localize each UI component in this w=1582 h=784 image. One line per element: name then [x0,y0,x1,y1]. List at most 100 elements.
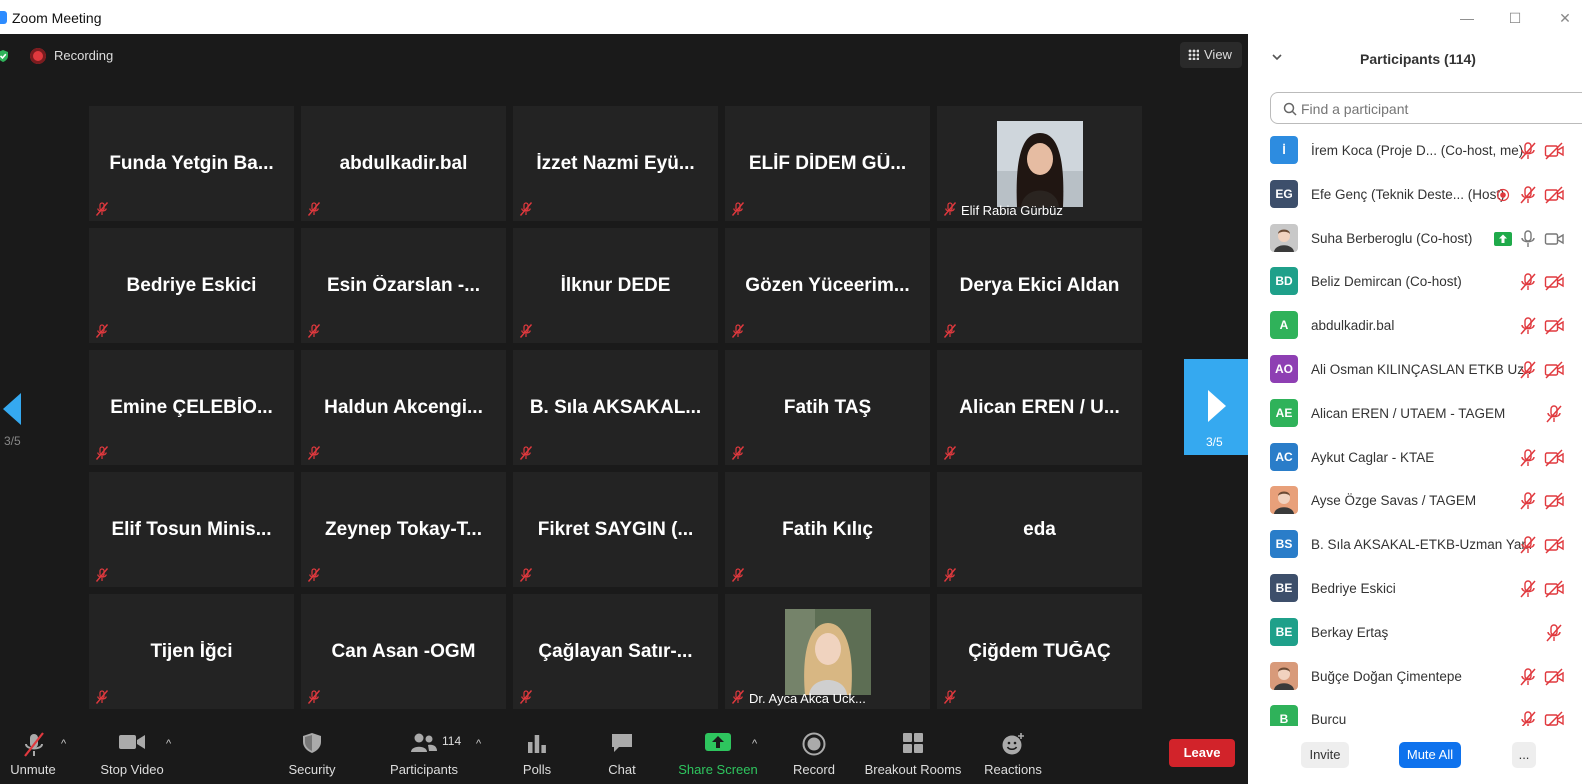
video-off-icon[interactable] [1544,667,1564,687]
participant-row[interactable]: BE Berkay Ertaş [1248,612,1582,656]
next-page-button[interactable]: 3/5 [1184,359,1248,455]
stop-video-button[interactable]: Stop Video [96,722,168,784]
video-off-icon[interactable] [1544,535,1564,555]
video-tile[interactable]: Derya Ekici Aldan [937,228,1142,343]
video-tile[interactable]: Çağlayan Satır-... [513,594,718,709]
share-screen-button[interactable]: Share Screen [678,722,758,784]
muted-microphone-icon[interactable] [1518,579,1538,599]
video-off-icon[interactable] [1544,141,1564,161]
recording-icon[interactable] [30,48,46,64]
muted-microphone-icon [943,446,957,460]
participant-photo [785,609,871,695]
video-tile[interactable]: Fatih TAŞ [725,350,930,465]
unmute-button[interactable]: Unmute [2,722,64,784]
participant-row[interactable]: Suha Berberoglu (Co-host) [1248,218,1582,262]
video-off-icon[interactable] [1544,185,1564,205]
maximize-button[interactable]: ☐ [1500,8,1530,28]
muted-microphone-icon[interactable] [1518,316,1538,336]
participant-row[interactable]: BE Bedriye Eskici [1248,568,1582,612]
video-tile[interactable]: Alican EREN / U... [937,350,1142,465]
participant-row[interactable]: Aabdulkadir.bal [1248,305,1582,349]
participant-row[interactable]: BD Beliz Demircan (Co-host) [1248,261,1582,305]
video-tile[interactable]: abdulkadir.bal [301,106,506,221]
participant-row[interactable]: AO Ali Osman KILINÇASLAN ETKB Uz... [1248,349,1582,393]
muted-microphone-icon[interactable] [1518,141,1538,161]
participant-search-box[interactable] [1270,92,1582,124]
video-tile[interactable]: Can Asan -OGM [301,594,506,709]
video-off-icon[interactable] [1544,448,1564,468]
video-tile[interactable]: Elif Tosun Minis... [89,472,294,587]
video-tile[interactable]: Dr. Ayca Akca Uck... [725,594,930,709]
video-tile[interactable]: Esin Özarslan -... [301,228,506,343]
video-tile[interactable]: Elif Rabia Gürbüz [937,106,1142,221]
video-tile[interactable]: Funda Yetgin Ba... [89,106,294,221]
muted-microphone-icon[interactable] [1518,667,1538,687]
video-options-caret[interactable]: ^ [166,738,171,750]
video-tile[interactable]: Bedriye Eskici [89,228,294,343]
chat-button[interactable]: Chat [597,722,647,784]
muted-microphone-icon[interactable] [1518,491,1538,511]
participant-row[interactable]: AC Aykut Caglar - KTAE [1248,437,1582,481]
breakout-rooms-button[interactable]: Breakout Rooms [862,722,964,784]
video-off-icon[interactable] [1544,491,1564,511]
video-tile[interactable]: Fatih Kılıç [725,472,930,587]
video-tile[interactable]: Fikret SAYGIN (... [513,472,718,587]
more-options-button[interactable]: ... [1512,742,1536,768]
participant-row[interactable]: Ayse Özge Savas / TAGEM [1248,480,1582,524]
polls-button[interactable]: Polls [512,722,562,784]
close-window-button[interactable]: ✕ [1550,8,1580,28]
minimize-button[interactable]: — [1452,8,1482,28]
muted-microphone-icon[interactable] [1544,404,1564,424]
tile-participant-name: B. Sıla AKSAKAL... [529,397,702,418]
muted-microphone-icon[interactable] [1544,623,1564,643]
participant-row[interactable]: B Burcu [1248,699,1582,726]
video-tile[interactable]: Emine ÇELEBİO... [89,350,294,465]
mute-all-button[interactable]: Mute All [1399,742,1461,768]
reactions-button[interactable]: Reactions [982,722,1044,784]
video-tile[interactable]: İzzet Nazmi Eyü... [513,106,718,221]
invite-button[interactable]: Invite [1301,742,1349,768]
record-button[interactable]: Record [786,722,842,784]
video-tile[interactable]: B. Sıla AKSAKAL... [513,350,718,465]
participant-row[interactable]: EG Efe Genç (Teknik Deste... (Host) [1248,174,1582,218]
participant-row[interactable]: AE Alican EREN / UTAEM - TAGEM [1248,393,1582,437]
share-options-caret[interactable]: ^ [752,738,757,750]
muted-microphone-icon [307,324,321,338]
video-camera-icon[interactable] [1544,229,1564,249]
muted-microphone-icon[interactable] [1518,185,1538,205]
muted-microphone-icon[interactable] [1518,360,1538,380]
video-off-icon[interactable] [1544,579,1564,599]
video-tile[interactable]: Çiğdem TUĞAÇ [937,594,1142,709]
participant-search-input[interactable] [1301,99,1581,119]
participants-button[interactable]: 114 Participants [388,722,461,784]
participant-row[interactable]: BS B. Sıla AKSAKAL-ETKB-Uzman Yar... [1248,524,1582,568]
leave-button[interactable]: Leave [1169,739,1235,767]
muted-microphone-icon[interactable] [1518,272,1538,292]
participant-row[interactable]: İ İrem Koca (Proje D... (Co-host, me) [1248,130,1582,174]
participants-options-caret[interactable]: ^ [476,738,481,750]
previous-page-button[interactable]: 3/5 [0,389,30,459]
security-button[interactable]: Security [282,722,342,784]
video-tile[interactable]: Haldun Akcengi... [301,350,506,465]
participant-row[interactable]: Buğçe Doğan Çimentepe [1248,656,1582,700]
video-off-icon[interactable] [1544,316,1564,336]
microphone-icon[interactable] [1518,229,1538,249]
video-off-icon[interactable] [1544,710,1564,726]
video-tile[interactable]: Tijen İğci [89,594,294,709]
meeting-area: Recording View 3/5 3/5 Funda Yetgin Ba..… [0,34,1248,784]
muted-microphone-icon[interactable] [1518,710,1538,726]
video-tile[interactable]: Zeynep Tokay-T... [301,472,506,587]
view-button[interactable]: View [1180,42,1242,68]
video-tile[interactable]: ELİF DİDEM GÜ... [725,106,930,221]
encryption-shield-icon[interactable] [0,49,10,63]
title-bar: Zoom Meeting — ☐ ✕ [0,0,1582,34]
muted-microphone-icon[interactable] [1518,535,1538,555]
video-tile[interactable]: İlknur DEDE [513,228,718,343]
video-tile[interactable]: Gözen Yüceerim... [725,228,930,343]
audio-options-caret[interactable]: ^ [61,738,66,750]
muted-microphone-icon[interactable] [1518,448,1538,468]
video-off-icon[interactable] [1544,272,1564,292]
muted-microphone-icon [943,690,957,704]
video-off-icon[interactable] [1544,360,1564,380]
video-tile[interactable]: eda [937,472,1142,587]
